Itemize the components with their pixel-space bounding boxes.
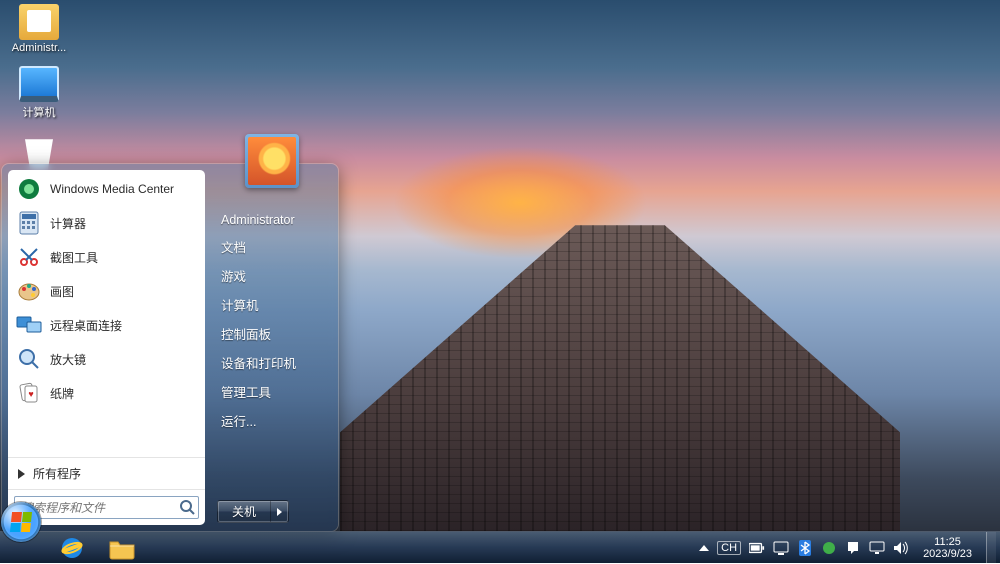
folder-icon (108, 536, 136, 560)
ie-icon (59, 535, 85, 561)
start-menu-left-pane: Windows Media Center 计算器 截图工具 (8, 170, 205, 525)
start-menu-right-pane: Administrator 文档 游戏 计算机 控制面板 设备和打印机 管理工具… (205, 164, 338, 531)
start-menu-search (14, 496, 199, 519)
desktop-icon-label: Administr... (12, 42, 66, 54)
clock-date: 2023/9/23 (923, 548, 972, 560)
calculator-icon (16, 210, 42, 236)
shutdown-button[interactable]: 关机 (218, 501, 270, 522)
desktop-wallpaper[interactable]: Administr... 计算机 Windows Media Center (0, 0, 1000, 563)
program-label: 计算器 (50, 215, 86, 232)
program-item-magnifier[interactable]: 放大镜 (8, 342, 205, 376)
program-label: 远程桌面连接 (50, 317, 122, 334)
wallpaper-pier (340, 225, 900, 531)
program-label: 画图 (50, 283, 74, 300)
program-label: Windows Media Center (50, 182, 174, 196)
user-avatar[interactable] (245, 134, 299, 188)
program-item-calculator[interactable]: 计算器 (8, 206, 205, 240)
right-link-user[interactable]: Administrator (209, 208, 334, 232)
program-item-snipping-tool[interactable]: 截图工具 (8, 240, 205, 274)
program-label: 纸牌 (50, 385, 74, 402)
cards-icon: ♥ (16, 380, 42, 406)
triangle-right-icon (18, 469, 25, 479)
right-link-games[interactable]: 游戏 (209, 261, 334, 290)
volume-icon[interactable] (893, 540, 909, 556)
clock-time: 11:25 (923, 536, 972, 548)
svg-text:♥: ♥ (28, 389, 33, 399)
computer-icon (19, 66, 59, 102)
battery-icon[interactable] (749, 540, 765, 556)
tray-icon-generic[interactable] (821, 540, 837, 556)
right-link-computer[interactable]: 计算机 (209, 290, 334, 319)
tray-overflow-button[interactable] (699, 545, 709, 551)
shutdown-button-group: 关机 (217, 500, 289, 523)
bluetooth-icon[interactable] (797, 540, 813, 556)
taskbar-pin-ie[interactable] (48, 534, 96, 562)
shutdown-options-button[interactable] (270, 501, 288, 522)
program-label: 放大镜 (50, 351, 86, 368)
triangle-right-icon (277, 508, 282, 516)
show-desktop-button[interactable] (986, 532, 996, 564)
desktop-icon-label: 计算机 (23, 104, 56, 120)
desktop-icon-computer[interactable]: 计算机 (4, 66, 74, 120)
vm-tools-icon[interactable] (773, 540, 789, 556)
windows-logo-icon (10, 512, 32, 532)
taskbar-clock[interactable]: 11:25 2023/9/23 (917, 536, 978, 560)
system-tray: CH 11:25 2023/9/ (691, 532, 1000, 563)
taskbar: CH 11:25 2023/9/ (0, 531, 1000, 563)
search-input[interactable] (14, 496, 199, 519)
program-item-remote-desktop[interactable]: 远程桌面连接 (8, 308, 205, 342)
ime-indicator[interactable]: CH (717, 541, 741, 555)
right-link-run[interactable]: 运行... (209, 406, 334, 435)
scissors-icon (16, 244, 42, 270)
program-item-solitaire[interactable]: ♥ 纸牌 (8, 376, 205, 410)
program-item-wmc[interactable]: Windows Media Center (8, 172, 205, 206)
all-programs-label: 所有程序 (33, 465, 81, 482)
desktop-icons: Administr... 计算机 (4, 4, 74, 174)
remote-desktop-icon (16, 312, 42, 338)
flower-icon (248, 137, 296, 185)
start-menu: Windows Media Center 计算器 截图工具 (2, 164, 338, 531)
magnifier-icon (16, 346, 42, 372)
search-icon (179, 499, 195, 515)
paint-icon (16, 278, 42, 304)
start-menu-program-list: Windows Media Center 计算器 截图工具 (8, 170, 205, 457)
program-item-paint[interactable]: 画图 (8, 274, 205, 308)
network-icon[interactable] (869, 540, 885, 556)
program-label: 截图工具 (50, 249, 98, 266)
wmc-icon (16, 176, 42, 202)
right-link-devices-printers[interactable]: 设备和打印机 (209, 348, 334, 377)
right-link-documents[interactable]: 文档 (209, 232, 334, 261)
desktop-icon-admin-folder[interactable]: Administr... (4, 4, 74, 54)
right-link-admin-tools[interactable]: 管理工具 (209, 377, 334, 406)
start-orb[interactable] (1, 502, 41, 542)
all-programs-button[interactable]: 所有程序 (8, 457, 205, 489)
user-folder-icon (19, 4, 59, 40)
action-center-icon[interactable] (845, 540, 861, 556)
right-link-control-panel[interactable]: 控制面板 (209, 319, 334, 348)
taskbar-pin-explorer[interactable] (98, 534, 146, 562)
